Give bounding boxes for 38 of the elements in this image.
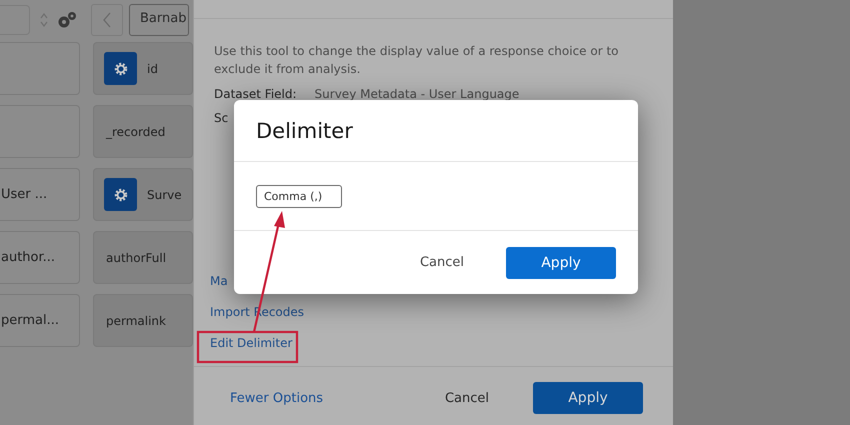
name-field[interactable]: Barnab bbox=[129, 4, 189, 36]
option-link[interactable]: Edit Delimiter bbox=[210, 334, 292, 352]
apply-button[interactable]: Apply bbox=[506, 246, 616, 278]
delimiter-field[interactable]: Comma (,) bbox=[256, 185, 342, 208]
field-card[interactable]: User ... bbox=[0, 168, 80, 221]
card-label: authorFull bbox=[106, 250, 166, 264]
field-card[interactable]: authorFull bbox=[93, 231, 193, 284]
field-card[interactable]: permal... bbox=[0, 294, 80, 347]
gear-button[interactable] bbox=[104, 52, 137, 85]
field-label: Dataset Field: bbox=[214, 86, 297, 102]
gear-icon bbox=[112, 60, 128, 76]
card-label: User ... bbox=[1, 187, 48, 202]
card-label: permalink bbox=[106, 314, 166, 328]
fewer-options-link[interactable]: Fewer Options bbox=[230, 390, 324, 406]
gear-icon bbox=[112, 186, 128, 202]
field-value: Survey Metadata - User Language bbox=[314, 86, 520, 102]
sort-icon[interactable] bbox=[40, 13, 48, 27]
cancel-button[interactable]: Cancel bbox=[420, 255, 464, 270]
back-button[interactable] bbox=[91, 4, 123, 36]
field-card[interactable]: _recorded bbox=[93, 105, 193, 158]
card-label: _recorded bbox=[106, 124, 166, 138]
dialog-title: Delimiter bbox=[256, 118, 353, 142]
field-card[interactable]: id bbox=[93, 42, 193, 95]
gear-button[interactable] bbox=[104, 178, 137, 211]
field-card[interactable]: permalink bbox=[93, 294, 193, 347]
card-label: permal... bbox=[1, 313, 60, 328]
option-link[interactable]: Ma bbox=[210, 272, 228, 290]
chevron-left-icon bbox=[102, 12, 112, 28]
cancel-button[interactable]: Cancel bbox=[444, 390, 489, 406]
field-label: Sc bbox=[214, 110, 228, 126]
card-label: id bbox=[147, 62, 158, 76]
apply-button[interactable]: Apply bbox=[533, 382, 643, 414]
card-label: Surve bbox=[147, 188, 182, 202]
field-card[interactable]: Surve bbox=[93, 168, 193, 221]
description-text: Use this tool to change the display value of a response choice or to exclude it from analysis. bbox=[214, 43, 620, 78]
settings-icon[interactable] bbox=[56, 10, 78, 30]
field-card[interactable]: author... bbox=[0, 231, 80, 284]
card-label: author... bbox=[1, 250, 56, 265]
